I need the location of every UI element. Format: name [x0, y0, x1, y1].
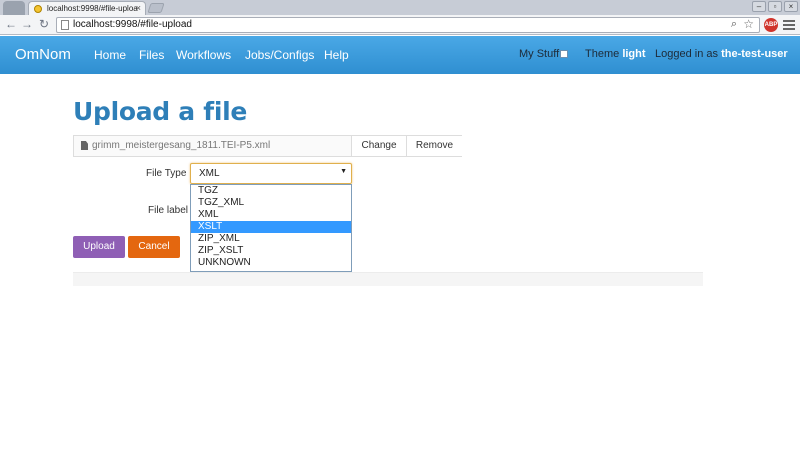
- option-tgz[interactable]: TGZ: [191, 185, 351, 197]
- option-xslt[interactable]: XSLT: [191, 221, 351, 233]
- selected-file-name: grimm_meistergesang_1811.TEI-P5.xml: [92, 140, 271, 151]
- back-arrow-icon[interactable]: ←: [4, 17, 18, 31]
- my-stuff-toggle[interactable]: My Stuff: [519, 48, 569, 60]
- reload-icon[interactable]: ↻: [37, 17, 51, 31]
- adblock-extension-icon[interactable]: ABP: [764, 18, 778, 32]
- file-type-label: File Type: [146, 168, 187, 179]
- file-label-label: File label: [148, 205, 189, 216]
- logged-in-label: Logged in as: [655, 48, 718, 60]
- favicon-icon: [34, 5, 42, 13]
- tab-close-icon[interactable]: ×: [136, 2, 141, 15]
- new-tab-button[interactable]: [147, 3, 165, 13]
- maximize-button[interactable]: ▫: [768, 1, 782, 12]
- address-bar[interactable]: localhost:9998/#file-upload ⌕ ☆: [56, 17, 760, 33]
- browser-profile-icon: [3, 1, 25, 15]
- theme-label: Theme: [585, 48, 620, 60]
- url-text[interactable]: localhost:9998/#file-upload: [73, 19, 192, 30]
- my-stuff-label: My Stuff: [519, 48, 560, 60]
- change-file-button[interactable]: Change: [351, 136, 406, 156]
- app-navbar: OmNom Home Files Workflows Jobs/Configs …: [0, 36, 800, 74]
- page-icon: [61, 20, 69, 30]
- option-zip-xml[interactable]: ZIP_XML: [191, 233, 351, 245]
- minimize-button[interactable]: –: [752, 1, 766, 12]
- nav-workflows[interactable]: Workflows: [176, 48, 231, 62]
- tab-title: localhost:9998/#file-uploa: [47, 4, 138, 13]
- forward-arrow-icon[interactable]: →: [20, 17, 34, 31]
- theme-value[interactable]: light: [622, 48, 645, 60]
- file-type-selected-value: XML: [199, 168, 220, 179]
- theme-selector[interactable]: Theme light: [585, 48, 646, 60]
- upload-button[interactable]: Upload: [73, 236, 125, 258]
- file-type-options: TGZ TGZ_XML XML XSLT ZIP_XML ZIP_XSLT UN…: [190, 184, 352, 272]
- nav-jobs-configs[interactable]: Jobs/Configs: [245, 48, 314, 62]
- file-type-select[interactable]: XML ▼: [190, 163, 352, 184]
- cancel-button[interactable]: Cancel: [128, 236, 180, 258]
- my-stuff-checkbox[interactable]: [560, 50, 569, 58]
- close-window-button[interactable]: ×: [784, 1, 798, 12]
- file-icon: [81, 141, 88, 150]
- zoom-icon[interactable]: ⌕: [731, 18, 737, 31]
- upload-progress-well: [73, 272, 703, 286]
- remove-file-button[interactable]: Remove: [406, 136, 462, 156]
- nav-help[interactable]: Help: [324, 48, 349, 62]
- brand-logo[interactable]: OmNom: [15, 46, 71, 63]
- login-status: Logged in as the-test-user: [655, 48, 788, 60]
- browser-toolbar: ← → ↻ localhost:9998/#file-upload ⌕ ☆: [0, 15, 800, 35]
- option-zip-xslt[interactable]: ZIP_XSLT: [191, 245, 351, 257]
- nav-home[interactable]: Home: [94, 48, 126, 62]
- user-name[interactable]: the-test-user: [721, 48, 788, 60]
- option-xml[interactable]: XML: [191, 209, 351, 221]
- browser-tab-strip: localhost:9998/#file-uploa × – ▫ ×: [0, 0, 800, 16]
- option-unknown[interactable]: UNKNOWN: [191, 257, 351, 269]
- browser-menu-icon[interactable]: [783, 18, 795, 32]
- page-title: Upload a file: [73, 97, 248, 126]
- file-input-group: grimm_meistergesang_1811.TEI-P5.xml Chan…: [73, 135, 462, 157]
- browser-tab[interactable]: localhost:9998/#file-uploa ×: [28, 1, 146, 16]
- bookmark-star-icon[interactable]: ☆: [743, 17, 754, 31]
- option-tgz-xml[interactable]: TGZ_XML: [191, 197, 351, 209]
- nav-files[interactable]: Files: [139, 48, 164, 62]
- dropdown-arrow-icon: ▼: [340, 168, 347, 175]
